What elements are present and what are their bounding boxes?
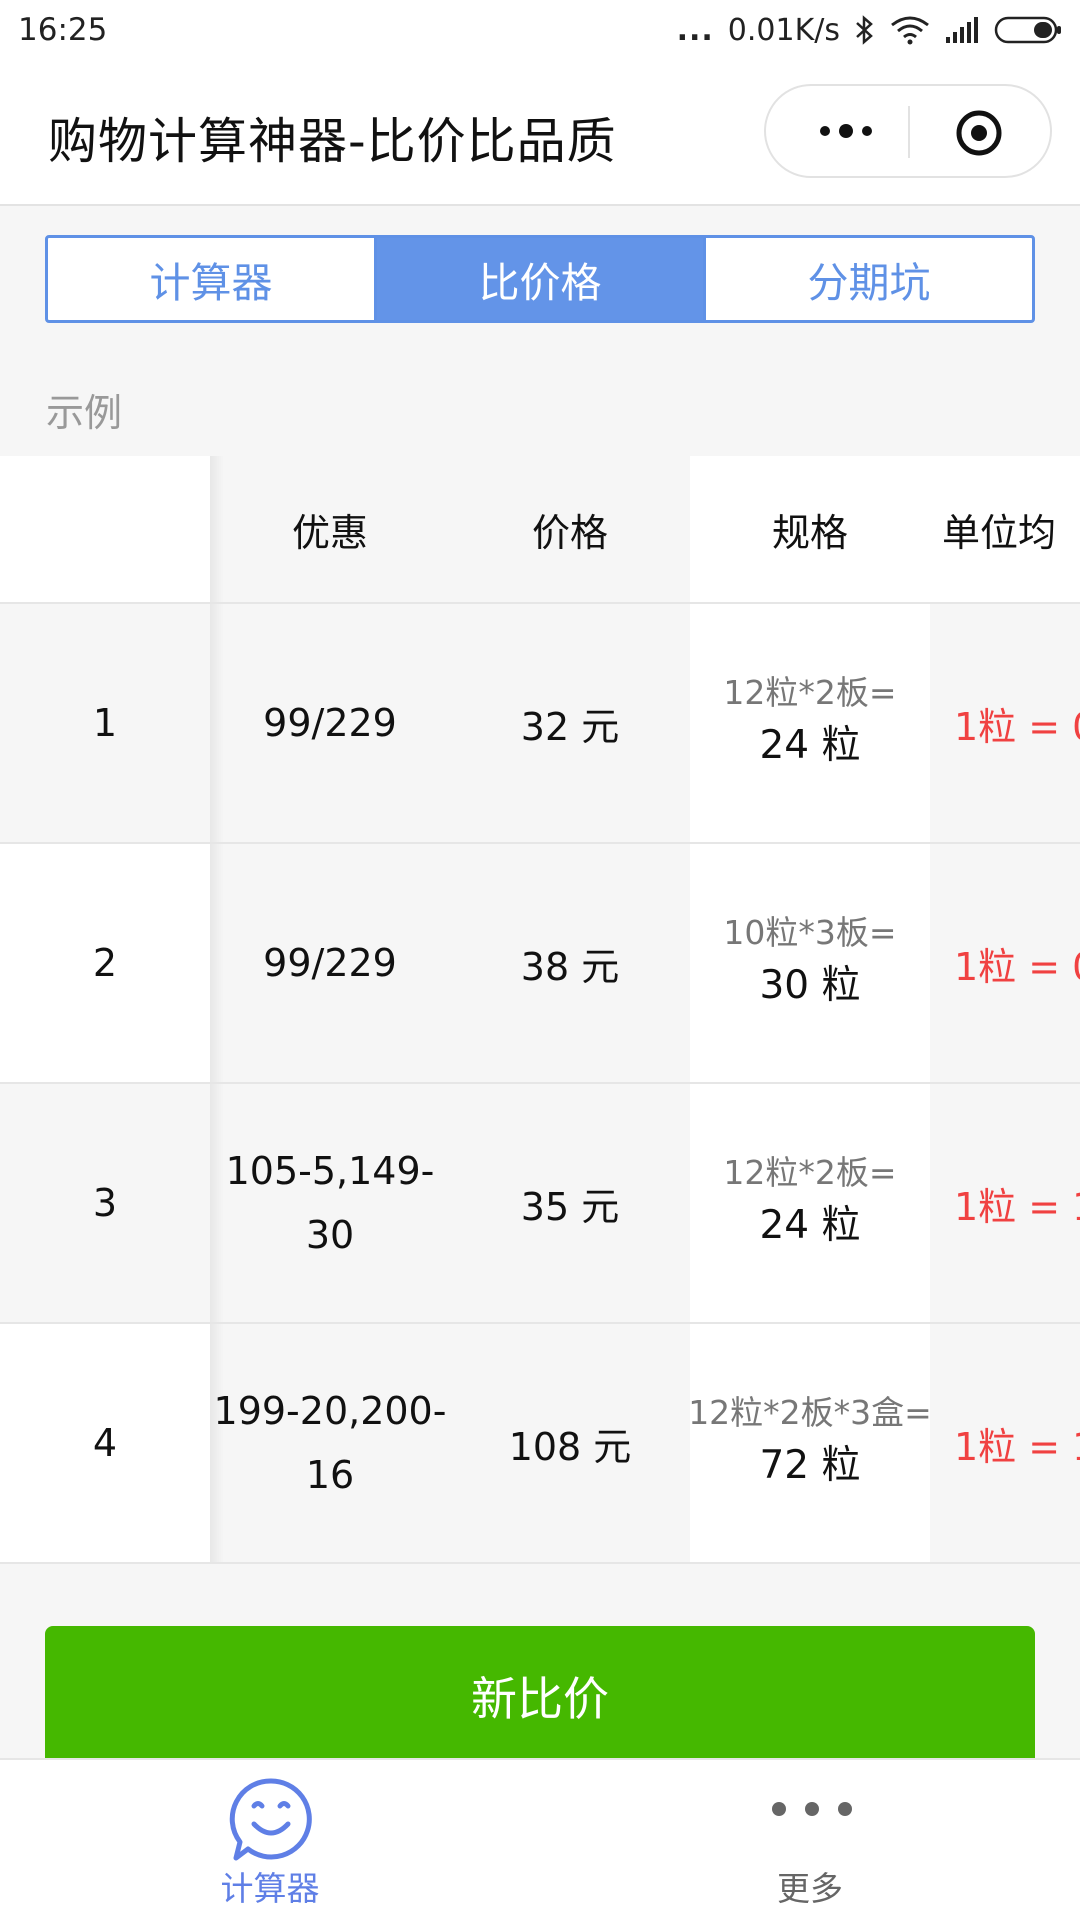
row-spec: 12粒*2板= 24 粒 xyxy=(690,1084,930,1322)
spec-total: 24 粒 xyxy=(759,1203,861,1248)
bluetooth-icon xyxy=(854,14,876,46)
row-spec: 10粒*3板= 30 粒 xyxy=(690,844,930,1082)
row-price: 108 元 xyxy=(450,1324,690,1562)
unit-price-text: 1粒 = 1. xyxy=(954,1424,1080,1469)
bottom-tab-label: 更多 xyxy=(777,1869,843,1908)
row-price: 35 元 xyxy=(520,1184,620,1229)
title-bar: 购物计算神器-比价比品质 xyxy=(0,62,1080,206)
promo-line-2: 30 xyxy=(305,1213,355,1257)
comparison-table: 优惠 价格 规格 单位均 1 99/229 32 元 12粒*2板= 24 粒 … xyxy=(0,456,1080,1564)
spec-total: 24 粒 xyxy=(759,723,861,768)
page-title: 购物计算神器-比价比品质 xyxy=(48,113,617,170)
row-promo: 99/229 xyxy=(263,701,397,745)
header-cell-spec: 规格 xyxy=(690,456,930,602)
status-time: 16:25 xyxy=(18,12,108,48)
tab-installment[interactable]: 分期坑 xyxy=(706,238,1032,320)
network-speed: 0.01K/s xyxy=(727,12,840,48)
header-cell-price: 价格 xyxy=(450,456,690,602)
header-cell-index xyxy=(0,456,210,602)
more-dots-icon[interactable] xyxy=(806,116,886,146)
bottom-tab-calculator[interactable]: 计算器 xyxy=(0,1760,540,1922)
table-row[interactable]: 2 99/229 38 元 10粒*3板= 30 粒 1粒 = 0. xyxy=(0,844,1080,1084)
signal-icon xyxy=(944,15,980,45)
table-row[interactable]: 3 105-5,149- 30 35 元 12粒*2板= 24 粒 1粒 = 1… xyxy=(0,1084,1080,1324)
smile-chat-icon xyxy=(228,1776,314,1862)
promo-line-1: 199-20,200- xyxy=(213,1389,447,1433)
row-promo: 199-20,200- 16 xyxy=(210,1324,450,1562)
row-promo: 99/229 xyxy=(210,844,450,1082)
segmented-tabs: 计算器 比价格 分期坑 xyxy=(45,235,1035,323)
unit-price-text: 1粒 = 0. xyxy=(954,704,1080,749)
status-icons: ... 0.01K/s xyxy=(677,10,1064,50)
row-promo: 105-5,149- 30 xyxy=(210,1084,450,1322)
battery-icon xyxy=(994,14,1064,46)
bottom-tab-more[interactable]: 更多 xyxy=(540,1760,1080,1922)
row-unit: 1粒 = 0. xyxy=(930,604,1080,842)
unit-price-text: 1粒 = 1. xyxy=(954,1184,1080,1229)
bottom-tab-bar: 计算器 更多 xyxy=(0,1758,1080,1922)
table-row[interactable]: 1 99/229 32 元 12粒*2板= 24 粒 1粒 = 0. xyxy=(0,604,1080,844)
row-index: 3 xyxy=(92,1181,118,1225)
mini-program-capsule xyxy=(764,84,1052,178)
capsule-divider xyxy=(908,106,910,158)
tab-compare-price[interactable]: 比价格 xyxy=(377,238,706,320)
new-compare-button[interactable]: 新比价 xyxy=(45,1626,1035,1766)
spec-formula: 10粒*3板= xyxy=(723,913,897,952)
row-unit: 1粒 = 0. xyxy=(930,844,1080,1082)
tab-calculator[interactable]: 计算器 xyxy=(48,238,377,320)
wifi-icon xyxy=(890,15,930,45)
table-header-row: 优惠 价格 规格 单位均 xyxy=(0,456,1080,604)
spec-formula: 12粒*2板= xyxy=(723,673,897,712)
row-price: 38 元 xyxy=(450,844,690,1082)
row-spec: 12粒*2板*3盒= 72 粒 xyxy=(690,1324,930,1562)
more-dots-icon xyxy=(772,1802,852,1818)
target-close-icon[interactable] xyxy=(954,108,1004,158)
status-bar: 16:25 ... 0.01K/s xyxy=(0,0,1080,62)
spec-total: 72 粒 xyxy=(759,1443,861,1488)
section-label: 示例 xyxy=(46,391,123,435)
table-row[interactable]: 4 199-20,200- 16 108 元 12粒*2板*3盒= 72 粒 1… xyxy=(0,1324,1080,1564)
row-index: 1 xyxy=(92,701,118,745)
unit-price-text: 1粒 = 0. xyxy=(954,944,1080,989)
bottom-tab-label: 计算器 xyxy=(220,1869,320,1908)
spec-formula: 12粒*2板*3盒= xyxy=(690,1393,930,1432)
row-unit: 1粒 = 1. xyxy=(930,1324,1080,1562)
row-unit: 1粒 = 1. xyxy=(930,1084,1080,1322)
spec-formula: 12粒*2板= xyxy=(723,1153,897,1192)
spec-total: 30 粒 xyxy=(759,963,861,1008)
header-cell-unit: 单位均 xyxy=(930,456,1080,602)
row-price: 32 元 xyxy=(520,704,620,749)
promo-line-2: 16 xyxy=(305,1453,355,1497)
promo-line-1: 105-5,149- xyxy=(225,1149,435,1193)
row-spec: 12粒*2板= 24 粒 xyxy=(690,604,930,842)
row-index: 4 xyxy=(92,1421,118,1465)
row-index: 2 xyxy=(92,941,118,985)
header-cell-promo: 优惠 xyxy=(210,456,450,602)
status-dots: ... xyxy=(676,12,714,48)
